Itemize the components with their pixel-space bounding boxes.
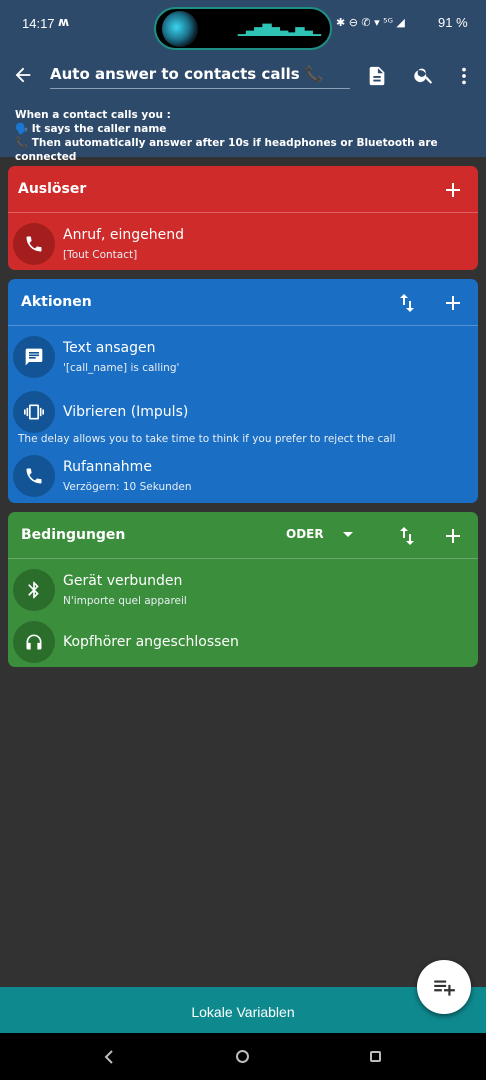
macro-name-input[interactable]: Auto answer to contacts calls 📞 <box>50 65 350 89</box>
trigger-icon-badge <box>13 223 55 265</box>
search-icon[interactable] <box>413 64 435 86</box>
action-item[interactable]: Rufannahme Verzögern: 10 Sekunden <box>8 445 478 503</box>
triggers-card: Auslöser Anruf, eingehend [Tout Contact] <box>8 166 478 270</box>
album-art-icon <box>162 11 198 47</box>
local-variables-bar[interactable]: Lokale Variablen <box>0 987 486 1033</box>
chevron-down-icon[interactable] <box>341 525 355 543</box>
trigger-subtitle: [Tout Contact] <box>63 249 138 261</box>
more-vert-icon[interactable] <box>456 65 472 87</box>
description-line: When a contact calls you : <box>15 109 171 121</box>
description-line: 📞 Then automatically answer after 10s if… <box>15 137 438 163</box>
description-line: 🗣️ It says the caller name <box>15 123 167 135</box>
triggers-title: Auslöser <box>18 181 87 197</box>
status-icons: ✱ ⊖ ✆ ▾ ⁵ᴳ ◢ <box>336 16 405 29</box>
trigger-item[interactable]: Anruf, eingehend [Tout Contact] <box>8 213 478 270</box>
action-item[interactable]: Text ansagen '[call_name] is calling' <box>8 326 478 386</box>
document-icon[interactable] <box>366 64 388 88</box>
condition-icon-badge <box>13 569 55 611</box>
app-bar: Auto answer to contacts calls 📞 When a c… <box>0 52 486 163</box>
action-subtitle: Verzögern: 10 Sekunden <box>63 481 192 493</box>
reorder-icon[interactable] <box>395 524 419 548</box>
action-title: Text ansagen <box>63 340 156 356</box>
action-icon-badge <box>13 391 55 433</box>
add-trigger-icon[interactable] <box>441 178 465 202</box>
local-variables-label: Lokale Variablen <box>191 1004 295 1020</box>
playlist-add-icon <box>434 980 455 996</box>
add-to-list-fab[interactable] <box>417 960 471 1014</box>
nav-home-icon[interactable] <box>236 1050 249 1063</box>
actions-title: Aktionen <box>21 294 92 310</box>
triggers-header: Auslöser <box>8 166 478 212</box>
condition-icon-badge <box>13 621 55 663</box>
action-item[interactable]: Vibrieren (Impuls) <box>8 386 478 438</box>
condition-title: Gerät verbunden <box>63 573 183 589</box>
phone-icon <box>26 236 42 252</box>
macro-description: When a contact calls you : 🗣️ It says th… <box>15 108 486 164</box>
condition-item[interactable]: Gerät verbunden N'importe quel appareil <box>8 559 478 619</box>
conditions-header: Bedingungen ODER <box>8 512 478 558</box>
action-subtitle: '[call_name] is calling' <box>63 362 180 374</box>
reorder-icon[interactable] <box>395 291 419 315</box>
vibrate-icon <box>24 404 44 420</box>
message-icon <box>25 348 43 366</box>
condition-item[interactable]: Kopfhörer angeschlossen <box>8 619 478 667</box>
logic-select[interactable]: ODER <box>286 527 324 541</box>
condition-title: Kopfhörer angeschlossen <box>63 634 239 650</box>
trigger-title: Anruf, eingehend <box>63 227 185 243</box>
action-icon-badge <box>13 455 55 497</box>
action-note: The delay allows you to take time to thi… <box>18 433 396 445</box>
status-time: 14:17 <box>22 16 55 31</box>
nav-back-icon[interactable] <box>102 1049 116 1065</box>
status-bar: 14:17 ʍ ▁▃▅▇▅▃▂▅▃▁ ✱ ⊖ ✆ ▾ ⁵ᴳ ◢ 91 % <box>0 0 486 52</box>
nav-recents-icon[interactable] <box>370 1051 381 1062</box>
battery-level: 91 % <box>438 15 468 30</box>
phone-icon <box>26 468 42 484</box>
back-arrow-icon[interactable] <box>12 64 34 86</box>
actions-card: Aktionen Text ansagen '[call_name] is ca… <box>8 279 478 503</box>
headphones-icon <box>26 634 42 650</box>
condition-subtitle: N'importe quel appareil <box>63 595 187 607</box>
actions-header: Aktionen <box>8 279 478 325</box>
add-condition-icon[interactable] <box>441 524 465 548</box>
dynamic-island[interactable]: ▁▃▅▇▅▃▂▅▃▁ <box>154 7 332 50</box>
bluetooth-icon <box>28 581 39 599</box>
system-nav-bar <box>0 1033 486 1080</box>
waveform-icon: ▁▃▅▇▅▃▂▅▃▁ <box>237 22 321 36</box>
action-title: Rufannahme <box>63 459 152 475</box>
action-title: Vibrieren (Impuls) <box>63 404 189 420</box>
conditions-card: Bedingungen ODER Gerät verbunden N'impor… <box>8 512 478 667</box>
status-mode-icon: ʍ <box>58 15 70 29</box>
action-icon-badge <box>13 336 55 378</box>
add-action-icon[interactable] <box>441 291 465 315</box>
conditions-title: Bedingungen <box>21 527 126 543</box>
